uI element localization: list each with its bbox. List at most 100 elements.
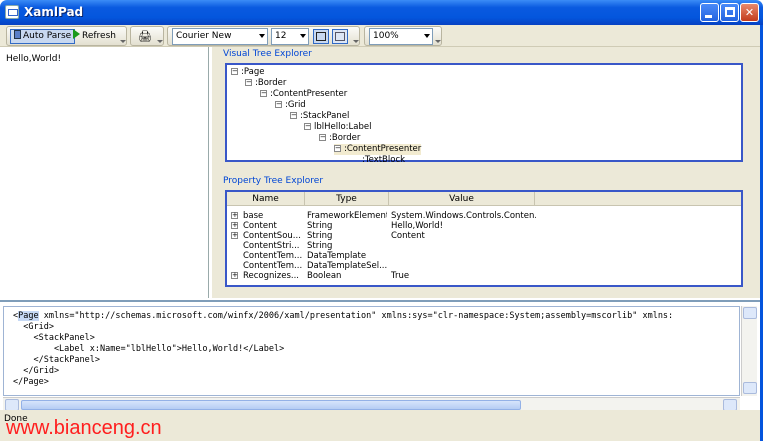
toolbar-overflow-icon-4[interactable] (435, 38, 441, 43)
auto-parse-label: Auto Parse (23, 31, 72, 41)
code-line: </Grid> (13, 366, 60, 376)
explorer-pane: Visual Tree Explorer −:Page −:Border −:C… (212, 47, 760, 298)
collapse-icon[interactable]: − (304, 123, 311, 130)
tree-node[interactable]: − lblHello:Label (304, 122, 371, 133)
collapse-icon[interactable]: − (260, 90, 267, 97)
tree-node-selected[interactable]: −:ContentPresenter (334, 144, 422, 155)
horizontal-scrollbar[interactable] (3, 397, 740, 411)
tree-node[interactable]: :TextBlock (362, 155, 405, 166)
collapse-icon[interactable]: − (231, 68, 238, 75)
column-header-type[interactable]: Type (305, 192, 389, 206)
property-value: System.Windows.Controls.Conten... (391, 211, 536, 221)
preview-text: Hello,World! (6, 54, 62, 64)
tree-node[interactable]: −:StackPanel (290, 111, 349, 122)
close-button[interactable]: ✕ (740, 3, 759, 22)
toolbar-overflow-icon[interactable] (120, 38, 126, 43)
watermark: www.bianceng.cn (6, 417, 162, 439)
tree-node-label: :TextBlock (362, 155, 406, 165)
tree-node-label: :StackPanel (300, 111, 350, 121)
property-name: base (243, 211, 264, 221)
editor-layout-icon (316, 32, 326, 41)
close-icon: ✕ (744, 6, 755, 19)
code-line-rest: xmlns="http://schemas.microsoft.com/winf… (38, 311, 674, 321)
table-row[interactable]: ContentTem... DataTemplate (227, 251, 741, 261)
print-toolbar-group: 🖨 (130, 26, 164, 46)
toolbar-overflow-icon-2[interactable] (157, 38, 163, 43)
property-name: ContentTem... (243, 261, 303, 271)
toolbar-overflow-icon-3[interactable] (353, 38, 359, 43)
collapse-icon[interactable]: − (334, 145, 341, 152)
code-line: </Page> (13, 377, 49, 387)
chevron-down-icon (300, 34, 306, 38)
property-type: String (307, 221, 333, 231)
table-row[interactable]: + base FrameworkElement System.Windows.C… (227, 211, 741, 221)
tree-node-label: :ContentPresenter (270, 89, 348, 99)
property-type: Boolean (307, 271, 342, 281)
tree-node-label: :Border (329, 133, 361, 143)
chevron-down-icon (424, 34, 430, 38)
property-type: DataTemplateSel... (307, 261, 387, 271)
tree-node-label: lblHello:Label (314, 122, 372, 132)
tree-node[interactable]: −:Border (245, 78, 286, 89)
visual-tree-explorer[interactable]: −:Page −:Border −:ContentPresenter −:Gri… (225, 63, 743, 165)
horizontal-scroll-thumb[interactable] (21, 400, 521, 410)
maximize-button[interactable] (720, 3, 739, 22)
code-line: <Grid> (13, 322, 54, 332)
column-header-value[interactable]: Value (389, 192, 535, 206)
xaml-code-editor[interactable]: <Page xmlns="http://schemas.microsoft.co… (0, 300, 760, 411)
expand-icon[interactable]: + (231, 272, 238, 279)
table-row[interactable]: + Content String Hello,World! (227, 221, 741, 231)
minimize-button[interactable] (700, 3, 719, 22)
scroll-down-icon[interactable] (743, 382, 757, 394)
column-header-name[interactable]: Name (227, 192, 305, 206)
table-row[interactable]: + ContentSou... String Content (227, 231, 741, 241)
collapse-icon[interactable]: − (319, 134, 326, 141)
property-tree-explorer[interactable]: Name Type Value + base FrameworkElement … (225, 190, 743, 287)
tree-node-label: :Grid (285, 100, 306, 110)
font-family-select[interactable]: Courier New (172, 28, 268, 45)
title-bar[interactable]: XamlPad ✕ (0, 0, 763, 25)
expand-icon[interactable]: + (231, 222, 238, 229)
expand-icon[interactable]: + (231, 232, 238, 239)
tree-node[interactable]: −:ContentPresenter (260, 89, 347, 100)
font-size-select[interactable]: 12 (271, 28, 309, 45)
code-line: <StackPanel> (13, 333, 95, 343)
selected-token: Page (18, 311, 39, 321)
toggle-editor-button[interactable] (313, 29, 329, 44)
maximize-icon (725, 7, 735, 17)
auto-parse-icon (14, 30, 21, 39)
tree-node[interactable]: −:Page (231, 67, 264, 78)
play-icon (73, 29, 80, 39)
font-family-value: Courier New (176, 31, 232, 41)
property-name: ContentStri... (243, 241, 300, 251)
tree-node-label: :ContentPresenter (344, 144, 422, 154)
property-type: String (307, 241, 333, 251)
print-button[interactable]: 🖨 (135, 29, 155, 44)
scroll-up-icon[interactable] (743, 307, 757, 319)
font-toolbar-group: Courier New 12 (167, 26, 360, 46)
visual-tree-title: Visual Tree Explorer (223, 49, 312, 59)
toggle-tree-button[interactable] (332, 29, 348, 44)
preview-pane[interactable]: Hello,World! (0, 47, 209, 298)
property-name: ContentSou... (243, 231, 301, 241)
collapse-icon[interactable]: − (290, 112, 297, 119)
code-line: <Page xmlns="http://schemas.microsoft.co… (13, 311, 674, 321)
collapse-icon[interactable]: − (245, 79, 252, 86)
tree-node-label: :Page (241, 67, 265, 77)
code-text-area[interactable]: <Page xmlns="http://schemas.microsoft.co… (3, 306, 740, 396)
collapse-icon[interactable]: − (275, 101, 282, 108)
zoom-select[interactable]: 100% (369, 28, 433, 45)
app-icon[interactable] (5, 5, 19, 19)
refresh-button[interactable]: Refresh (70, 29, 119, 44)
table-row[interactable]: ContentTem... DataTemplateSel... (227, 261, 741, 271)
tree-node[interactable]: −:Border (319, 133, 360, 144)
auto-parse-button[interactable]: Auto Parse (10, 29, 76, 44)
font-size-value: 12 (275, 31, 287, 41)
parse-toolbar-group: Auto Parse Refresh (6, 26, 127, 46)
vertical-scrollbar[interactable] (741, 306, 757, 396)
expand-icon[interactable]: + (231, 212, 238, 219)
tree-node[interactable]: −:Grid (275, 100, 306, 111)
table-row[interactable]: + Recognizes... Boolean True (227, 271, 741, 281)
table-row[interactable]: ContentStri... String (227, 241, 741, 251)
zoom-value: 100% (373, 31, 399, 41)
